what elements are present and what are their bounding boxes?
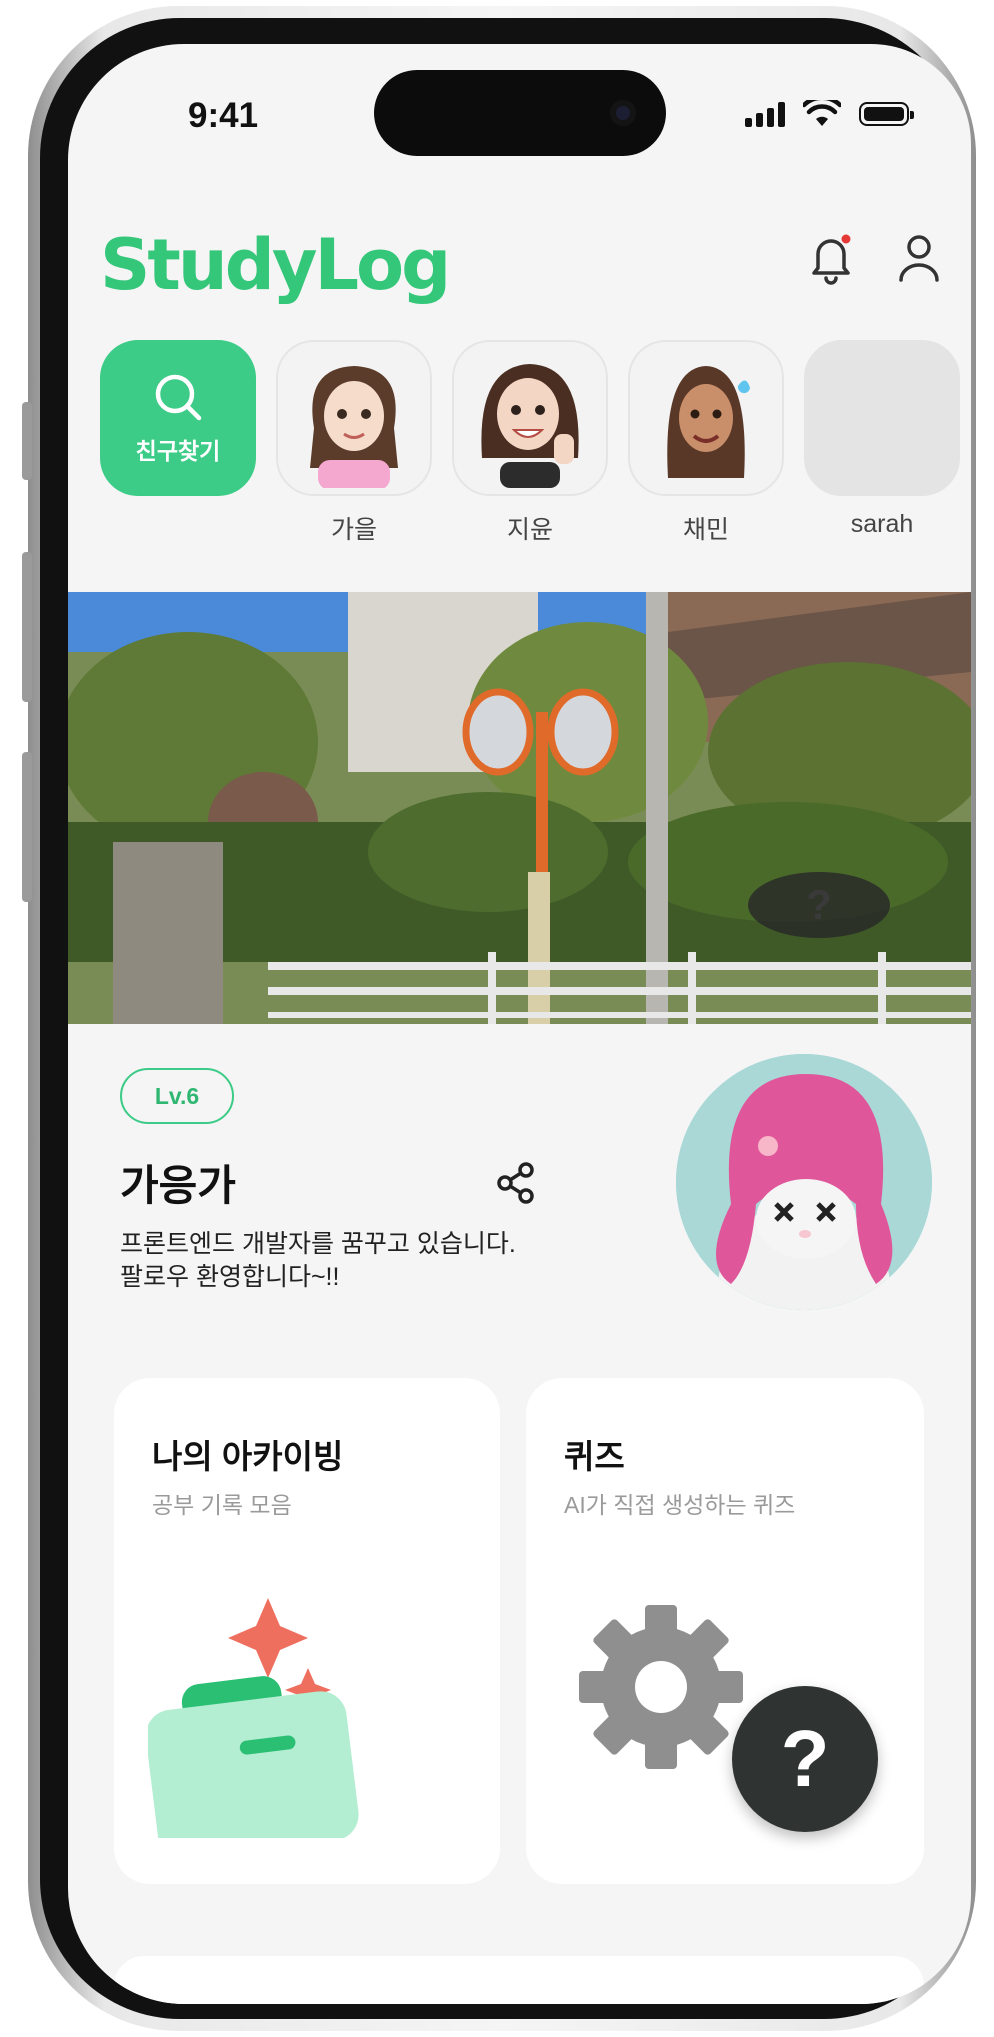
card-title: 퀴즈	[564, 1438, 625, 1475]
app-logo: StudyLog	[100, 224, 451, 306]
friend-avatar	[452, 340, 608, 496]
status-time: 9:41	[188, 96, 259, 135]
user-icon[interactable]	[897, 232, 941, 284]
friend-item[interactable]: 가을	[276, 340, 432, 546]
profile-avatar[interactable]	[676, 1054, 932, 1310]
profile-bio: 프론트엔드 개발자를 꿈꾸고 있습니다. 팔로우 환영합니다~!!	[120, 1228, 580, 1294]
friend-name: sarah	[850, 510, 914, 538]
app-screen: 9:41 StudyLog 친구찾기 가을 지윤 채민 sarah ? Lv.6…	[68, 44, 971, 2004]
card-subtitle: 공부 기록 모음	[152, 1492, 292, 1518]
friend-avatar-placeholder	[804, 340, 960, 496]
friend-item[interactable]: 지윤	[452, 340, 608, 546]
friend-item[interactable]: 채민	[628, 340, 784, 546]
help-fab-button[interactable]: ?	[732, 1686, 878, 1832]
level-badge: Lv.6	[120, 1068, 234, 1124]
card-title: 나의 아카이빙	[152, 1438, 344, 1475]
profile-name: 가응가	[120, 1162, 236, 1209]
banner-hint-bubble[interactable]: ?	[748, 872, 890, 938]
wifi-icon	[803, 100, 841, 126]
side-button	[22, 752, 32, 902]
banner-image[interactable]: ?	[68, 592, 971, 1024]
find-friends-label: 친구찾기	[135, 438, 221, 464]
dynamic-island	[374, 70, 666, 156]
bio-line: 프론트엔드 개발자를 꿈꾸고 있습니다.	[120, 1230, 516, 1258]
friends-row: 친구찾기 가을 지윤 채민 sarah	[100, 340, 960, 546]
bio-line: 팔로우 환영합니다~!!	[120, 1263, 340, 1291]
archive-card[interactable]: 나의 아카이빙 공부 기록 모음	[114, 1378, 500, 1884]
share-icon[interactable]	[496, 1162, 536, 1204]
bell-icon[interactable]	[805, 230, 857, 286]
battery-icon	[859, 102, 914, 126]
friend-name: 지윤	[506, 516, 553, 544]
friend-avatar	[628, 340, 784, 496]
find-friends-button[interactable]: 친구찾기	[100, 340, 256, 546]
signal-icon	[745, 101, 785, 127]
notification-dot	[841, 234, 851, 244]
search-icon	[155, 374, 202, 421]
friend-name: 가을	[330, 516, 377, 544]
folder-sparkle-icon	[148, 1598, 359, 1838]
side-button	[22, 552, 32, 702]
friend-avatar	[276, 340, 432, 496]
gear-icon	[579, 1605, 743, 1769]
card-subtitle: AI가 직접 생성하는 퀴즈	[564, 1492, 796, 1518]
friend-item[interactable]: sarah	[804, 340, 960, 546]
status-icons	[745, 100, 914, 128]
next-section-card	[114, 1956, 924, 2004]
quiz-card[interactable]: 퀴즈 AI가 직접 생성하는 퀴즈	[526, 1378, 924, 1884]
friend-name: 채민	[682, 516, 729, 544]
side-button	[22, 402, 32, 480]
